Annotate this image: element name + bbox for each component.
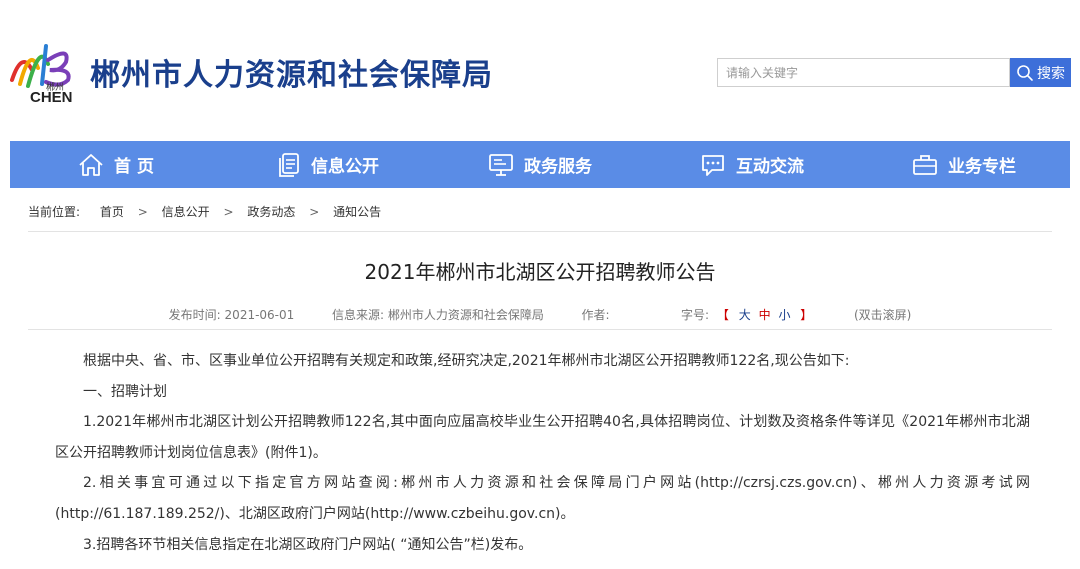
- nav-item-label: 政务服务: [524, 157, 592, 177]
- logo-emblem-icon: [10, 44, 71, 88]
- paragraph: 2.相关事宜可通过以下指定官方网站查阅:郴州市人力资源和社会保障局门户网站(ht…: [55, 475, 1030, 522]
- nav-item-services[interactable]: 政务服务: [434, 141, 646, 188]
- article-body: 根据中央、省、市、区事业单位公开招聘有关规定和政策,经研究决定,2021年郴州市…: [55, 346, 1030, 560]
- nav-item-label: 信息公开: [311, 157, 379, 177]
- document-icon: [279, 152, 299, 177]
- monitor-icon: [489, 153, 513, 176]
- home-icon: [79, 153, 103, 176]
- search-input[interactable]: [717, 58, 1010, 87]
- bracket-close: 】: [800, 308, 813, 322]
- paragraph: 一、招聘计划: [83, 383, 167, 400]
- divider: [28, 231, 1052, 232]
- author-label: 作者:: [581, 308, 610, 322]
- paragraph: 1.2021年郴州市北湖区计划公开招聘教师122名,其中面向应届高校毕业生公开招…: [55, 414, 1030, 461]
- search-icon: [1017, 64, 1033, 81]
- nav-item-business[interactable]: 业务专栏: [858, 141, 1070, 188]
- breadcrumb-link-news[interactable]: 政务动态: [247, 203, 295, 220]
- breadcrumb-lead: 当前位置:: [28, 205, 81, 219]
- font-size-large[interactable]: 大: [739, 308, 751, 322]
- nav-item-label: 互动交流: [736, 157, 804, 177]
- breadcrumb-separator: >: [309, 205, 320, 219]
- bracket-open: 【: [716, 308, 729, 322]
- nav-item-info[interactable]: 信息公开: [222, 141, 434, 188]
- breadcrumb-link-info[interactable]: 信息公开: [162, 203, 210, 220]
- source-label: 信息来源:: [331, 308, 384, 322]
- article-meta: 发布时间: 2021-06-01 信息来源: 郴州市人力资源和社会保障局 作者:…: [0, 306, 1080, 323]
- search-button[interactable]: 搜索: [1010, 58, 1071, 87]
- site-header: 郴州 CHEN 郴州市人力资源和社会保障局 搜索: [0, 0, 1080, 140]
- publish-date: 2021-06-01: [224, 308, 295, 322]
- logo-chen-text: CHEN: [30, 89, 73, 106]
- article-title: 2021年郴州市北湖区公开招聘教师公告: [364, 260, 716, 284]
- site-title[interactable]: 郴州市人力资源和社会保障局: [90, 50, 493, 94]
- font-size-medium[interactable]: 中: [759, 308, 771, 322]
- nav-item-home[interactable]: 首 页: [10, 141, 222, 188]
- breadcrumb-separator: >: [137, 205, 148, 219]
- briefcase-icon: [913, 154, 937, 175]
- breadcrumb-link-notices[interactable]: 通知公告: [333, 203, 381, 220]
- breadcrumb-link-home[interactable]: 首页: [100, 203, 124, 220]
- scroll-hint[interactable]: (双击滚屏): [854, 308, 911, 322]
- main-nav: 首 页 信息公开 政务服务 互动交流 业务专栏: [10, 141, 1070, 188]
- nav-item-label: 业务专栏: [948, 157, 1016, 177]
- search-button-label: 搜索: [1037, 65, 1065, 82]
- nav-item-label: 首 页: [114, 157, 154, 177]
- paragraph: 3.招聘各环节相关信息指定在北湖区政府门户网站( “通知公告”栏)发布。: [83, 536, 533, 553]
- breadcrumb-separator: >: [223, 205, 234, 219]
- publish-label: 发布时间:: [168, 308, 221, 322]
- site-logo[interactable]: 郴州 CHEN: [8, 40, 78, 106]
- nav-item-interaction[interactable]: 互动交流: [646, 141, 858, 188]
- divider: [28, 329, 1052, 330]
- font-size-small[interactable]: 小: [778, 308, 790, 322]
- paragraph: 根据中央、省、市、区事业单位公开招聘有关规定和政策,经研究决定,2021年郴州市…: [83, 353, 850, 369]
- breadcrumb: 当前位置: 首页 > 信息公开 > 政务动态 > 通知公告: [28, 203, 381, 220]
- font-size-label: 字号:: [681, 308, 710, 322]
- chat-icon: [702, 154, 724, 176]
- source-value: 郴州市人力资源和社会保障局: [387, 308, 544, 322]
